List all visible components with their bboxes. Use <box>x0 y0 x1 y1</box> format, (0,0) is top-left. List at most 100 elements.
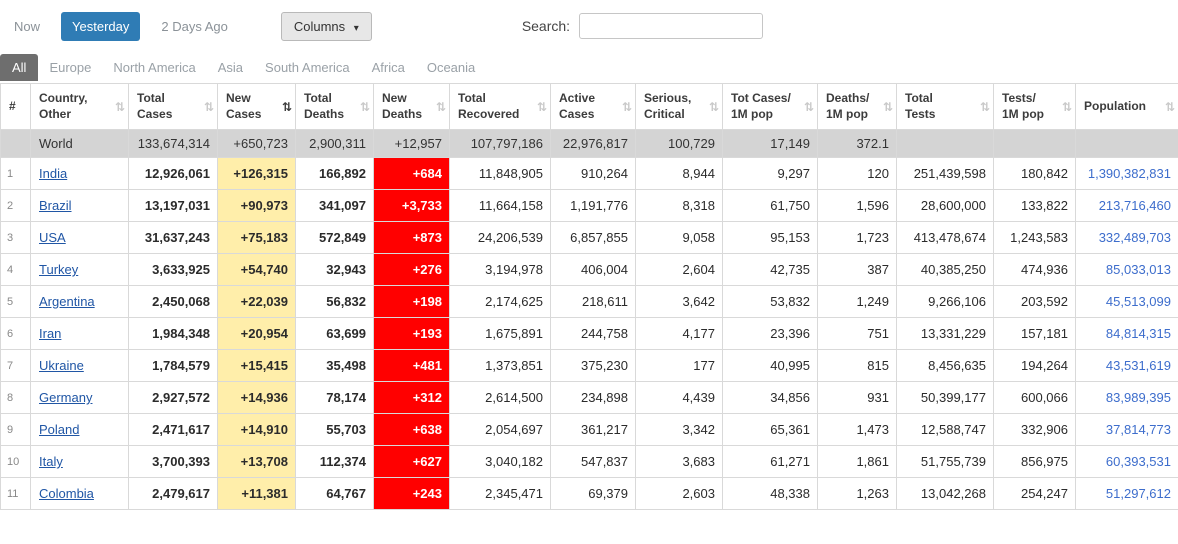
cell-tests_per_1m: 157,181 <box>994 318 1076 350</box>
tab-now[interactable]: Now <box>14 19 40 34</box>
cell-total_cases: 2,471,617 <box>129 414 218 446</box>
sort-icon[interactable]: ⇅ <box>360 100 370 114</box>
sort-icon[interactable]: ⇅ <box>709 100 719 114</box>
col-header-label: Tot Cases/1M pop <box>731 91 802 122</box>
col-header-active_cases[interactable]: ActiveCases⇅ <box>551 84 636 130</box>
rank-cell: 3 <box>1 222 31 254</box>
country-link[interactable]: India <box>39 166 67 181</box>
cell-active_cases: 547,837 <box>551 446 636 478</box>
cell-total_cases: 31,637,243 <box>129 222 218 254</box>
tab-oceania[interactable]: Oceania <box>416 54 486 81</box>
cell-total_recovered: 11,664,158 <box>450 190 551 222</box>
cell-active_cases: 910,264 <box>551 158 636 190</box>
col-header-label: NewCases <box>226 91 280 122</box>
sort-icon[interactable]: ⇅ <box>537 100 547 114</box>
cell-new_deaths: +243 <box>374 478 450 510</box>
col-header-cases_per_1m[interactable]: Tot Cases/1M pop⇅ <box>723 84 818 130</box>
country-link[interactable]: Poland <box>39 422 79 437</box>
cell-tests_per_1m: 133,822 <box>994 190 1076 222</box>
col-header-country[interactable]: Country,Other⇅ <box>31 84 129 130</box>
cell-population: 1,390,382,831 <box>1076 158 1178 190</box>
col-header-total_deaths[interactable]: TotalDeaths⇅ <box>296 84 374 130</box>
sort-icon[interactable]: ⇅ <box>1062 100 1072 114</box>
sort-icon[interactable]: ⇅ <box>804 100 814 114</box>
table-row: 6Iran1,984,348+20,95463,699+1931,675,891… <box>1 318 1178 350</box>
cell-tests_per_1m: 1,243,583 <box>994 222 1076 254</box>
rank-cell: 2 <box>1 190 31 222</box>
col-header-total_cases[interactable]: TotalCases⇅ <box>129 84 218 130</box>
country-link[interactable]: Turkey <box>39 262 78 277</box>
cell-serious_critical: 2,604 <box>636 254 723 286</box>
world-label: World <box>31 130 129 158</box>
col-header-deaths_per_1m[interactable]: Deaths/1M pop⇅ <box>818 84 897 130</box>
tab-all[interactable]: All <box>0 54 38 81</box>
tab-asia[interactable]: Asia <box>207 54 254 81</box>
col-header-total_recovered[interactable]: TotalRecovered⇅ <box>450 84 551 130</box>
rank-cell <box>1 130 31 158</box>
cell-serious_critical: 3,342 <box>636 414 723 446</box>
cell-cases_per_1m: 40,995 <box>723 350 818 382</box>
col-header-new_deaths[interactable]: NewDeaths⇅ <box>374 84 450 130</box>
country-link[interactable]: Germany <box>39 390 92 405</box>
sort-icon[interactable]: ⇅ <box>436 100 446 114</box>
tab-yesterday[interactable]: Yesterday <box>61 12 140 41</box>
country-link[interactable]: USA <box>39 230 66 245</box>
country-link[interactable]: Italy <box>39 454 63 469</box>
tab-north-america[interactable]: North America <box>102 54 206 81</box>
col-header-label: TotalDeaths <box>304 91 358 122</box>
cell-serious_critical: 3,642 <box>636 286 723 318</box>
country-link[interactable]: Argentina <box>39 294 95 309</box>
country-link[interactable]: Iran <box>39 326 61 341</box>
cell-total_cases: 2,450,068 <box>129 286 218 318</box>
cell-total_recovered: 1,675,891 <box>450 318 551 350</box>
cell-total_tests: 8,456,635 <box>897 350 994 382</box>
cell-total_cases: 133,674,314 <box>129 130 218 158</box>
cell-active_cases: 218,611 <box>551 286 636 318</box>
cell-new_cases: +11,381 <box>218 478 296 510</box>
cell-total_tests: 413,478,674 <box>897 222 994 254</box>
country-link[interactable]: Brazil <box>39 198 72 213</box>
tab-africa[interactable]: Africa <box>361 54 416 81</box>
cell-new_deaths: +638 <box>374 414 450 446</box>
cell-total_recovered: 3,040,182 <box>450 446 551 478</box>
country-link[interactable]: Ukraine <box>39 358 84 373</box>
table-row: 4Turkey3,633,925+54,74032,943+2763,194,9… <box>1 254 1178 286</box>
cell-active_cases: 375,230 <box>551 350 636 382</box>
col-header-label: Population <box>1084 99 1163 115</box>
country-link[interactable]: Colombia <box>39 486 94 501</box>
col-header-new_cases[interactable]: NewCases⇅ <box>218 84 296 130</box>
table-row: 9Poland2,471,617+14,91055,703+6382,054,6… <box>1 414 1178 446</box>
cell-serious_critical: 8,944 <box>636 158 723 190</box>
col-header-serious_critical[interactable]: Serious,Critical⇅ <box>636 84 723 130</box>
sort-icon[interactable]: ⇅ <box>622 100 632 114</box>
header-row: #Country,Other⇅TotalCases⇅NewCases⇅Total… <box>1 84 1178 130</box>
table-row: 1India12,926,061+126,315166,892+68411,84… <box>1 158 1178 190</box>
sort-icon[interactable]: ⇅ <box>282 100 292 114</box>
tab-south-america[interactable]: South America <box>254 54 361 81</box>
col-header-population[interactable]: Population⇅ <box>1076 84 1178 130</box>
cell-total_deaths: 32,943 <box>296 254 374 286</box>
tab-2-days-ago[interactable]: 2 Days Ago <box>161 19 228 34</box>
cell-total_cases: 1,984,348 <box>129 318 218 350</box>
search-input[interactable] <box>579 13 763 39</box>
search-label: Search: <box>522 18 570 34</box>
col-header-tests_per_1m[interactable]: Tests/1M pop⇅ <box>994 84 1076 130</box>
cell-total_deaths: 63,699 <box>296 318 374 350</box>
cell-deaths_per_1m: 1,596 <box>818 190 897 222</box>
cell-total_cases: 1,784,579 <box>129 350 218 382</box>
tab-europe[interactable]: Europe <box>38 54 102 81</box>
columns-button[interactable]: Columns ▾ <box>281 12 372 41</box>
cell-population: 84,814,315 <box>1076 318 1178 350</box>
sort-icon[interactable]: ⇅ <box>1165 100 1175 114</box>
cell-deaths_per_1m: 1,263 <box>818 478 897 510</box>
col-header-label: # <box>9 99 15 115</box>
cell-new_cases: +15,415 <box>218 350 296 382</box>
sort-icon[interactable]: ⇅ <box>883 100 893 114</box>
sort-icon[interactable]: ⇅ <box>115 100 125 114</box>
sort-icon[interactable]: ⇅ <box>980 100 990 114</box>
cell-active_cases: 1,191,776 <box>551 190 636 222</box>
country-cell: Ukraine <box>31 350 129 382</box>
sort-icon[interactable]: ⇅ <box>204 100 214 114</box>
col-header-total_tests[interactable]: TotalTests⇅ <box>897 84 994 130</box>
covid-table: #Country,Other⇅TotalCases⇅NewCases⇅Total… <box>0 83 1178 510</box>
